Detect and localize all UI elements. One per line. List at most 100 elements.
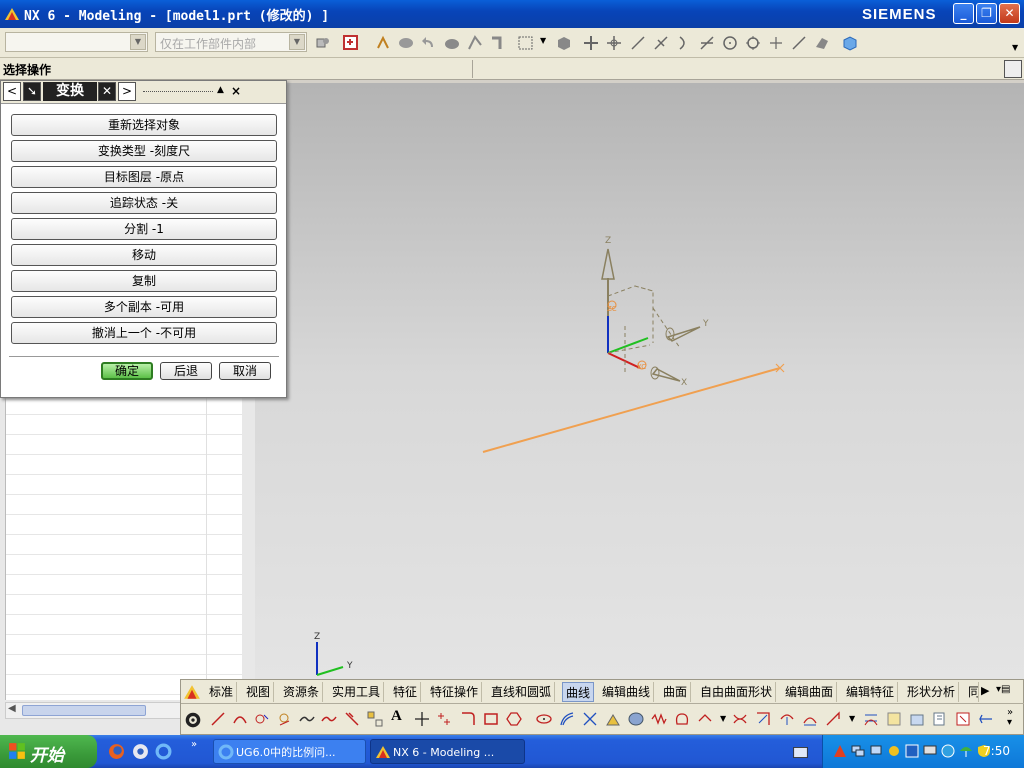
point-cloud-icon[interactable] <box>437 711 453 727</box>
toolbar-scroll-icon[interactable]: » ▾ <box>1007 708 1013 728</box>
combined-projection-icon[interactable] <box>697 711 713 727</box>
tab-edit-feature[interactable]: 编辑特征 <box>843 682 899 702</box>
start-button[interactable]: 开始 <box>0 735 97 768</box>
tray-app-icon[interactable] <box>833 744 847 758</box>
part-navigator-list[interactable] <box>5 395 242 700</box>
tab-resource-bar[interactable]: 资源条 <box>280 682 324 702</box>
globe-icon[interactable] <box>941 744 955 758</box>
dialog-next-button[interactable]: > <box>118 82 136 101</box>
view-cube-icon[interactable] <box>842 35 858 51</box>
tab-freeform-shape[interactable]: 自由曲面形状 <box>697 682 777 702</box>
task-nx[interactable]: NX 6 - Modeling ... <box>370 739 525 764</box>
tab-utilities[interactable]: 实用工具 <box>329 682 385 702</box>
line-icon[interactable] <box>210 711 226 727</box>
snap-point-icon[interactable] <box>343 35 359 51</box>
spline-icon[interactable] <box>299 711 315 727</box>
edge-select-icon[interactable] <box>467 35 483 51</box>
wrap-curve-icon[interactable] <box>674 711 690 727</box>
list-item[interactable] <box>6 415 242 435</box>
fillet-icon[interactable] <box>460 711 476 727</box>
list-item[interactable] <box>6 495 242 515</box>
nx-menu-icon[interactable] <box>183 683 201 701</box>
smooth-spline-icon[interactable] <box>863 711 879 727</box>
tab-feature-operation[interactable]: 特征操作 <box>427 682 483 702</box>
task-browser[interactable]: UG6.0中的比例问... <box>213 739 366 764</box>
quadrant-point-icon[interactable] <box>745 35 761 51</box>
text-icon[interactable]: A <box>391 708 407 724</box>
project-curve-icon[interactable] <box>605 711 621 727</box>
target-layer-button[interactable]: 目标图层 -原点 <box>11 166 277 188</box>
studio-spline-icon[interactable] <box>321 711 337 727</box>
general-selection-icon[interactable] <box>315 35 331 51</box>
model-view[interactable]: Z Y X ZC XC Z Y <box>255 83 1024 735</box>
existing-point-icon[interactable] <box>768 35 784 51</box>
back-button[interactable]: 后退 <box>160 362 212 380</box>
measure-curve-icon[interactable] <box>955 711 971 727</box>
type-filter-dropdown[interactable]: ▼ <box>5 32 148 52</box>
graphics-window[interactable]: Z Y X ZC XC Z Y <box>255 83 1024 735</box>
dialog-pointer-icon[interactable]: ➘ <box>23 82 41 101</box>
point-icon[interactable] <box>414 711 430 727</box>
list-item[interactable] <box>6 435 242 455</box>
tab-curve[interactable]: 曲线 <box>562 682 595 702</box>
tab-view[interactable]: 视图 <box>243 682 275 702</box>
media-icon[interactable] <box>132 743 149 760</box>
split-curve-icon[interactable] <box>779 711 795 727</box>
multiple-copies-button[interactable]: 多个副本 -可用 <box>11 296 277 318</box>
scroll-left-icon[interactable]: ◀ <box>8 703 16 714</box>
list-item[interactable] <box>6 395 242 415</box>
tab-scroll-right-icon[interactable]: ▶ <box>981 684 989 697</box>
dialog-close-box-button[interactable]: ✕ <box>98 82 116 101</box>
list-item[interactable] <box>6 635 242 655</box>
ok-button[interactable]: 确定 <box>101 362 153 380</box>
point-on-curve-icon[interactable] <box>791 35 807 51</box>
reverse-direction-icon[interactable] <box>978 711 994 727</box>
point-on-face-icon[interactable] <box>814 35 830 51</box>
list-item[interactable] <box>6 595 242 615</box>
network-icon[interactable] <box>851 744 865 758</box>
rectangle-select-icon[interactable] <box>518 35 534 51</box>
edit-curve-params-icon[interactable] <box>825 711 841 727</box>
fit-view-icon[interactable] <box>1004 60 1022 78</box>
collapse-icon[interactable]: ▲ <box>217 85 224 95</box>
end-point-icon[interactable] <box>606 35 622 51</box>
monitor-icon[interactable] <box>923 744 937 758</box>
stretch-curve-icon[interactable] <box>909 711 925 727</box>
sketch-line[interactable] <box>482 367 781 453</box>
dialog-prev-button[interactable]: < <box>3 82 21 101</box>
list-item[interactable] <box>6 655 242 675</box>
cancel-button[interactable]: 取消 <box>219 362 271 380</box>
close-button[interactable]: ✕ <box>999 3 1020 24</box>
tab-surface[interactable]: 曲面 <box>660 682 692 702</box>
control-point-icon[interactable] <box>676 35 692 51</box>
rectangle-icon[interactable] <box>483 711 499 727</box>
offset-curve-icon[interactable] <box>559 711 575 727</box>
security-icon[interactable] <box>887 744 901 758</box>
restore-button[interactable]: ❐ <box>976 3 997 24</box>
keyboard-icon[interactable] <box>793 747 808 758</box>
gear-icon[interactable] <box>184 711 202 729</box>
firefox-icon[interactable] <box>108 743 125 760</box>
list-item[interactable] <box>6 455 242 475</box>
close-icon[interactable]: × <box>231 84 241 98</box>
solid-box-icon[interactable] <box>556 35 572 51</box>
pipe-select-icon[interactable] <box>490 35 506 51</box>
tab-shape-analysis[interactable]: 形状分析 <box>904 682 960 702</box>
face-select-icon[interactable] <box>444 35 460 51</box>
tab-standard[interactable]: 标准 <box>206 682 238 702</box>
body-select-icon[interactable] <box>398 35 414 51</box>
dialog-grip[interactable] <box>143 91 213 92</box>
list-item[interactable] <box>6 475 242 495</box>
point-set-icon[interactable] <box>254 711 270 727</box>
chevron-down-icon[interactable]: ▼ <box>720 714 726 723</box>
section-curve-icon[interactable] <box>628 711 644 727</box>
helix-icon[interactable] <box>344 711 360 727</box>
subdivide-button[interactable]: 分割 -1 <box>11 218 277 240</box>
copy-button[interactable]: 复制 <box>11 270 277 292</box>
minimize-button[interactable]: _ <box>953 3 974 24</box>
list-item[interactable] <box>6 575 242 595</box>
tab-edit-curve[interactable]: 编辑曲线 <box>599 682 655 702</box>
tab-feature[interactable]: 特征 <box>390 682 422 702</box>
toolbar-overflow-icon[interactable]: ▼ <box>1012 43 1018 52</box>
list-item[interactable] <box>6 535 242 555</box>
